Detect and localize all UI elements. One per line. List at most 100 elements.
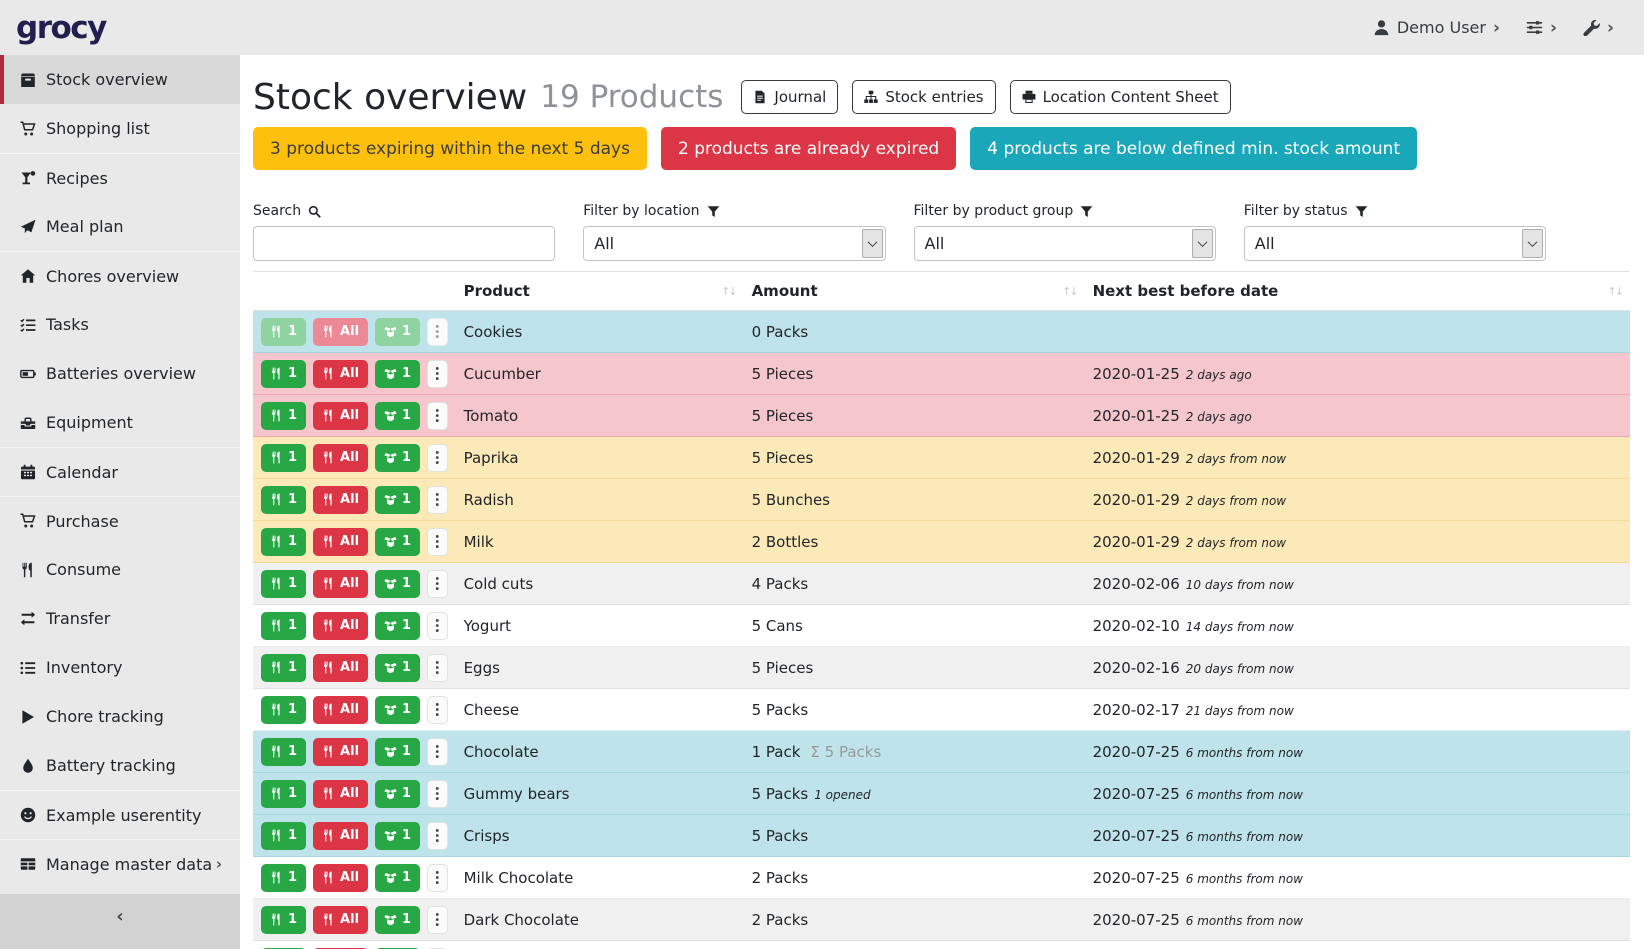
open-1-button[interactable]: 1 <box>375 570 420 598</box>
expiring-soon-alert[interactable]: 3 products expiring within the next 5 da… <box>253 127 647 170</box>
consume-all-button[interactable]: All <box>313 528 368 556</box>
consume-all-button[interactable]: All <box>313 696 368 724</box>
best-before-column[interactable]: Next best before date↑↓ <box>1085 272 1630 311</box>
consume-1-button[interactable]: 1 <box>261 444 306 472</box>
open-1-button[interactable]: 1 <box>375 402 420 430</box>
open-1-button[interactable]: 1 <box>375 738 420 766</box>
consume-1-button[interactable]: 1 <box>261 360 306 388</box>
consume-1-button[interactable]: 1 <box>261 318 306 346</box>
consume-1-button[interactable]: 1 <box>261 696 306 724</box>
sidebar-item-calendar[interactable]: Calendar <box>0 447 240 496</box>
utensils-icon <box>322 661 335 674</box>
consume-all-button[interactable]: All <box>313 570 368 598</box>
consume-all-button[interactable]: All <box>313 654 368 682</box>
sidebar-item-recipes[interactable]: Recipes <box>0 153 240 202</box>
consume-1-button[interactable]: 1 <box>261 402 306 430</box>
sidebar-item-purchase[interactable]: Purchase <box>0 496 240 545</box>
consume-all-button[interactable]: All <box>313 906 368 934</box>
settings-menu[interactable]: › <box>1526 18 1557 38</box>
consume-1-button[interactable]: 1 <box>261 780 306 808</box>
open-1-button[interactable]: 1 <box>375 486 420 514</box>
sidebar-item-stock-overview[interactable]: Stock overview <box>0 55 240 104</box>
journal-button[interactable]: Journal <box>741 80 838 114</box>
sidebar-item-chores-overview[interactable]: Chores overview <box>0 251 240 300</box>
location-filter-select[interactable]: All <box>583 226 885 261</box>
open-1-button[interactable]: 1 <box>375 906 420 934</box>
sidebar-item-example-userentity[interactable]: Example userentity <box>0 790 240 839</box>
location-content-sheet-button[interactable]: Location Content Sheet <box>1010 80 1231 114</box>
consume-1-button[interactable]: 1 <box>261 612 306 640</box>
consume-1-button[interactable]: 1 <box>261 654 306 682</box>
below-min-stock-alert[interactable]: 4 products are below defined min. stock … <box>970 127 1417 170</box>
open-1-button[interactable]: 1 <box>375 444 420 472</box>
consume-1-button[interactable]: 1 <box>261 570 306 598</box>
search-input[interactable] <box>253 226 555 261</box>
product-group-filter-select[interactable]: All <box>914 226 1216 261</box>
amount-column[interactable]: Amount↑↓ <box>744 272 1085 311</box>
consume-1-button[interactable]: 1 <box>261 822 306 850</box>
consume-all-button[interactable]: All <box>313 738 368 766</box>
open-1-button[interactable]: 1 <box>375 612 420 640</box>
button-label: Stock entries <box>885 88 983 106</box>
row-menu-button[interactable] <box>427 570 448 598</box>
row-menu-button[interactable] <box>427 696 448 724</box>
button-label: 1 <box>402 618 411 633</box>
sidebar-item-inventory[interactable]: Inventory <box>0 643 240 692</box>
button-label: All <box>340 366 359 381</box>
sidebar-item-battery-tracking[interactable]: Battery tracking <box>0 741 240 790</box>
row-menu-button[interactable] <box>427 528 448 556</box>
sidebar-item-meal-plan[interactable]: Meal plan <box>0 202 240 251</box>
consume-all-button[interactable]: All <box>313 486 368 514</box>
sidebar-item-equipment[interactable]: Equipment <box>0 398 240 447</box>
open-1-button[interactable]: 1 <box>375 654 420 682</box>
sidebar-item-batteries-overview[interactable]: Batteries overview <box>0 349 240 398</box>
stock-entries-button[interactable]: Stock entries <box>852 80 995 114</box>
admin-menu[interactable]: › <box>1583 18 1614 38</box>
consume-all-button[interactable]: All <box>313 864 368 892</box>
sidebar-item-transfer[interactable]: Transfer <box>0 594 240 643</box>
row-menu-button[interactable] <box>427 486 448 514</box>
open-1-button[interactable]: 1 <box>375 780 420 808</box>
consume-1-button[interactable]: 1 <box>261 528 306 556</box>
consume-all-button[interactable]: All <box>313 360 368 388</box>
sidebar-item-tasks[interactable]: Tasks <box>0 300 240 349</box>
open-1-button[interactable]: 1 <box>375 318 420 346</box>
sidebar-item-consume[interactable]: Consume <box>0 545 240 594</box>
row-menu-button[interactable] <box>427 822 448 850</box>
consume-all-button[interactable]: All <box>313 612 368 640</box>
sidebar-item-manage-master-data[interactable]: Manage master data› <box>0 839 240 888</box>
row-menu-button[interactable] <box>427 444 448 472</box>
sidebar-item-shopping-list[interactable]: Shopping list <box>0 104 240 153</box>
sidebar-item-chore-tracking[interactable]: Chore tracking <box>0 692 240 741</box>
consume-1-button[interactable]: 1 <box>261 738 306 766</box>
row-menu-button[interactable] <box>427 402 448 430</box>
row-menu-button[interactable] <box>427 318 448 346</box>
consume-1-button[interactable]: 1 <box>261 906 306 934</box>
consume-1-button[interactable]: 1 <box>261 486 306 514</box>
row-menu-button[interactable] <box>427 906 448 934</box>
open-1-button[interactable]: 1 <box>375 528 420 556</box>
row-menu-button[interactable] <box>427 738 448 766</box>
open-1-button[interactable]: 1 <box>375 822 420 850</box>
consume-all-button[interactable]: All <box>313 318 368 346</box>
open-1-button[interactable]: 1 <box>375 696 420 724</box>
row-menu-button[interactable] <box>427 864 448 892</box>
consume-1-button[interactable]: 1 <box>261 864 306 892</box>
consume-all-button[interactable]: All <box>313 780 368 808</box>
consume-all-button[interactable]: All <box>313 822 368 850</box>
app-logo[interactable]: grocy <box>16 10 106 46</box>
status-filter-select[interactable]: All <box>1244 226 1546 261</box>
row-menu-button[interactable] <box>427 360 448 388</box>
product-column[interactable]: Product↑↓ <box>456 272 744 311</box>
user-menu[interactable]: Demo User › <box>1373 18 1500 38</box>
row-menu-button[interactable] <box>427 612 448 640</box>
table-row: 1All1Crisps5 Packs2020-07-256 months fro… <box>253 815 1630 857</box>
row-menu-button[interactable] <box>427 780 448 808</box>
open-1-button[interactable]: 1 <box>375 360 420 388</box>
sidebar-collapse-button[interactable]: ‹ <box>0 894 240 949</box>
consume-all-button[interactable]: All <box>313 402 368 430</box>
open-1-button[interactable]: 1 <box>375 864 420 892</box>
consume-all-button[interactable]: All <box>313 444 368 472</box>
expired-alert[interactable]: 2 products are already expired <box>661 127 956 170</box>
row-menu-button[interactable] <box>427 654 448 682</box>
